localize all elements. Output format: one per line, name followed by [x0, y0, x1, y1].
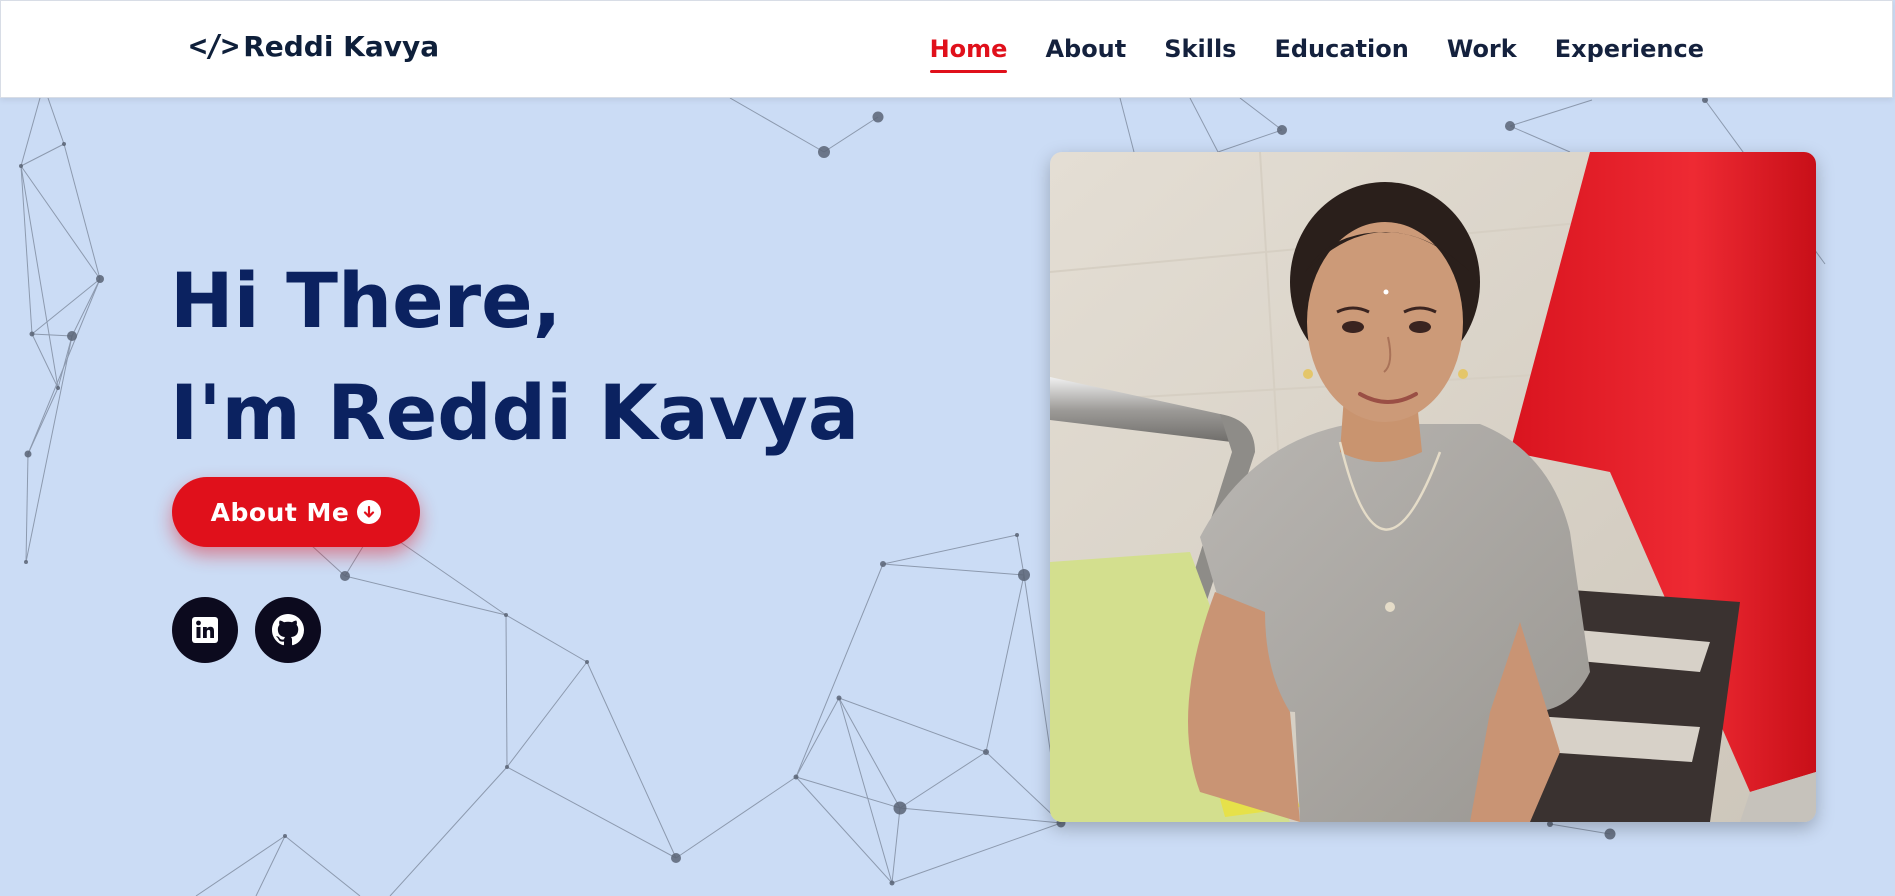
- hero-heading: Hi There, I'm Reddi Kavya: [170, 245, 859, 469]
- github-icon: [272, 614, 304, 646]
- profile-photo: [1050, 152, 1816, 822]
- nav-work[interactable]: Work: [1447, 35, 1517, 73]
- site-header: </> Reddi Kavya Home About Skills Educat…: [0, 0, 1893, 98]
- nav-education[interactable]: Education: [1274, 35, 1408, 73]
- about-me-label: About Me: [210, 497, 350, 527]
- site-logo[interactable]: </> Reddi Kavya: [189, 29, 439, 64]
- linkedin-icon: [192, 617, 218, 643]
- nav-skills[interactable]: Skills: [1164, 35, 1236, 73]
- github-button[interactable]: [255, 597, 321, 663]
- arrow-down-circle-icon: [357, 500, 382, 524]
- linkedin-button[interactable]: [172, 597, 238, 663]
- social-links: [172, 597, 321, 663]
- main-nav: Home About Skills Education Work Experie…: [929, 35, 1704, 73]
- logo-text: Reddi Kavya: [243, 30, 440, 63]
- nav-about[interactable]: About: [1045, 35, 1126, 73]
- about-me-button[interactable]: About Me: [172, 477, 420, 547]
- hero-intro: I'm Reddi Kavya: [170, 368, 860, 457]
- nav-home[interactable]: Home: [929, 35, 1007, 73]
- profile-photo-illustration: [1050, 152, 1816, 822]
- nav-experience[interactable]: Experience: [1555, 35, 1704, 73]
- code-icon: </>: [189, 29, 239, 64]
- hero-greeting: Hi There,: [170, 256, 562, 345]
